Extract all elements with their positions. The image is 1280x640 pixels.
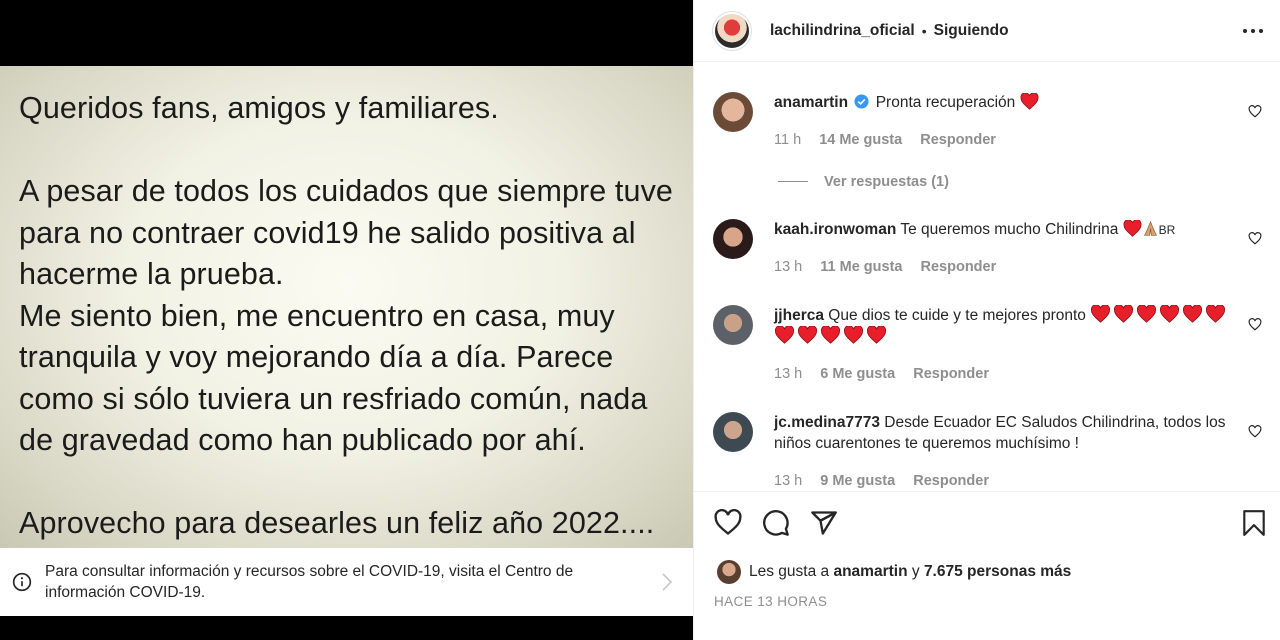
comment-text: Que dios te cuide y te mejores pronto [828,307,1086,324]
comments-list[interactable]: anamartin Pronta recuperación 11 h 14 Me… [694,63,1280,491]
verified-badge-icon [854,94,869,109]
commenter-avatar[interactable] [713,412,753,452]
comment-time[interactable]: 13 h [774,473,802,489]
reply-button[interactable]: Responder [913,473,989,489]
praying-hands-icon [1143,220,1157,236]
author-username[interactable]: lachilindrina_oficial [770,22,915,40]
red-heart-icon [844,325,863,344]
share-icon[interactable] [810,509,838,537]
comment-text: Te queremos mucho Chilindrina [900,221,1119,238]
comment-emoji [1020,92,1039,111]
red-heart-icon [1114,304,1134,323]
post-actions: Les gusta a anamartin y 7.675 personas m… [694,491,1280,640]
comment-item: kaah.ironwoman Te queremos mucho Chilind… [713,219,1269,289]
comment-username[interactable]: anamartin [774,94,848,111]
comment-username[interactable]: kaah.ironwoman [774,221,896,238]
replies-divider [778,181,808,182]
comment-body: anamartin Pronta recuperación [774,92,1244,113]
comment-item: jc.medina7773 Desde Ecuador EC Saludos C… [713,412,1269,491]
chevron-right-icon[interactable] [661,572,673,592]
comment-meta: 13 h 11 Me gusta Responder [774,259,1010,275]
comment-like-icon[interactable] [1248,318,1262,331]
red-heart-icon [1206,304,1226,323]
view-replies-label[interactable]: Ver respuestas (1) [824,174,949,190]
reply-button[interactable]: Responder [913,366,989,382]
comment-time[interactable]: 11 h [774,132,801,148]
post-timestamp[interactable]: HACE 13 HORAS [714,594,827,609]
more-options-icon[interactable] [1242,22,1264,40]
post-header: lachilindrina_oficial • Siguiendo [694,0,1280,62]
comment-likes[interactable]: 11 Me gusta [820,259,902,275]
comment-likes[interactable]: 14 Me gusta [819,132,902,148]
post-image[interactable]: Queridos fans, amigos y familiares. A pe… [0,66,693,548]
comment-likes[interactable]: 6 Me gusta [820,366,895,382]
covid-info-banner[interactable]: Para consultar información y recursos so… [0,548,693,616]
comment-item: anamartin Pronta recuperación 11 h 14 Me… [713,92,1269,232]
following-button[interactable]: Siguiendo [934,22,1009,40]
red-heart-icon [1160,304,1180,323]
commenter-avatar[interactable] [713,305,753,345]
commenter-avatar[interactable] [713,92,753,132]
comment-meta: 13 h 9 Me gusta Responder [774,473,1003,489]
likes-summary: Les gusta a anamartin y 7.675 personas m… [717,560,1071,584]
comment-body: kaah.ironwoman Te queremos mucho Chilind… [774,219,1244,241]
red-heart-icon [1020,92,1039,110]
like-heart-icon[interactable] [714,509,742,537]
comment-username[interactable]: jjherca [774,307,824,324]
liker-username[interactable]: anamartin [833,563,907,581]
comment-meta: 11 h 14 Me gusta Responder [774,132,1010,148]
covid-banner-text[interactable]: Para consultar información y recursos so… [45,561,635,603]
author-avatar[interactable] [713,11,751,50]
comment-like-icon[interactable] [1248,232,1262,245]
comment-emoji: BR [1123,219,1176,238]
red-heart-icon [821,325,840,344]
comment-username[interactable]: jc.medina7773 [774,414,880,431]
bookmark-icon[interactable] [1241,509,1267,537]
header-separator: • [921,22,927,39]
reply-button[interactable]: Responder [920,132,996,148]
comment-like-icon[interactable] [1248,425,1262,438]
comment-time[interactable]: 13 h [774,366,802,382]
comment-item: jjherca Que dios te cuide y te mejores p… [713,304,1269,395]
red-heart-icon [867,325,886,344]
red-heart-icon [775,325,794,344]
comment-time[interactable]: 13 h [774,259,802,275]
red-heart-icon [1183,304,1203,323]
comment-meta: 13 h 6 Me gusta Responder [774,366,1003,382]
likes-conj: y [911,563,920,580]
action-icons [714,509,838,537]
red-heart-icon [1137,304,1157,323]
likes-prefix: Les gusta a [749,563,830,580]
reply-button[interactable]: Responder [921,259,997,275]
red-heart-icon [1091,304,1111,323]
comment-text: Pronta recuperación [875,94,1016,111]
info-icon [12,572,32,592]
flag-label: BR [1158,223,1176,237]
comment-icon[interactable] [762,509,790,537]
comment-body: jc.medina7773 Desde Ecuador EC Saludos C… [774,412,1244,454]
liker-avatar[interactable] [717,560,741,584]
post-details-panel: lachilindrina_oficial • Siguiendo anamar… [693,0,1280,640]
comment-like-icon[interactable] [1248,105,1262,118]
likes-count-link[interactable]: 7.675 personas más [924,563,1071,581]
comment-body: jjherca Que dios te cuide y te mejores p… [774,304,1244,347]
comment-likes[interactable]: 9 Me gusta [820,473,895,489]
red-heart-icon [798,325,817,344]
commenter-avatar[interactable] [713,219,753,259]
post-media: Queridos fans, amigos y familiares. A pe… [0,0,693,640]
red-heart-icon [1123,219,1142,237]
post-image-text: Queridos fans, amigos y familiares. A pe… [19,91,673,540]
view-replies-button[interactable]: Ver respuestas (1) [778,174,949,190]
